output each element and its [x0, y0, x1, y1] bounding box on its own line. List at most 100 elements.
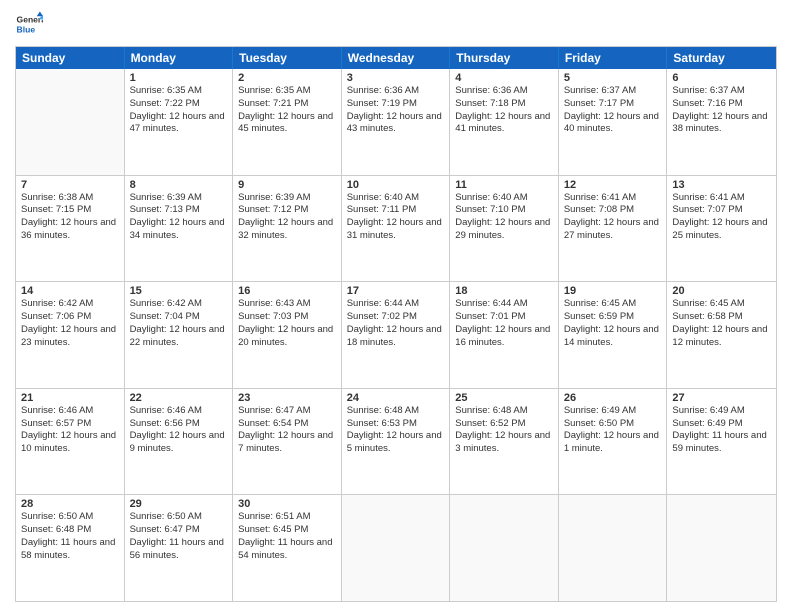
empty-cell: [450, 495, 559, 601]
day-number: 23: [238, 392, 336, 404]
cell-info: Sunrise: 6:43 AM Sunset: 7:03 PM Dayligh…: [238, 298, 336, 349]
cell-info: Sunrise: 6:46 AM Sunset: 6:57 PM Dayligh…: [21, 405, 119, 456]
cell-info: Sunrise: 6:37 AM Sunset: 7:16 PM Dayligh…: [672, 85, 771, 136]
day-cell-30: 30Sunrise: 6:51 AM Sunset: 6:45 PM Dayli…: [233, 495, 342, 601]
header-day-thursday: Thursday: [450, 47, 559, 69]
header-day-sunday: Sunday: [16, 47, 125, 69]
day-cell-2: 2Sunrise: 6:35 AM Sunset: 7:21 PM Daylig…: [233, 69, 342, 175]
day-cell-8: 8Sunrise: 6:39 AM Sunset: 7:13 PM Daylig…: [125, 176, 234, 282]
day-number: 17: [347, 285, 445, 297]
day-cell-1: 1Sunrise: 6:35 AM Sunset: 7:22 PM Daylig…: [125, 69, 234, 175]
day-number: 13: [672, 179, 771, 191]
day-number: 30: [238, 498, 336, 510]
day-number: 5: [564, 72, 662, 84]
day-cell-13: 13Sunrise: 6:41 AM Sunset: 7:07 PM Dayli…: [667, 176, 776, 282]
cell-info: Sunrise: 6:48 AM Sunset: 6:52 PM Dayligh…: [455, 405, 553, 456]
cell-info: Sunrise: 6:39 AM Sunset: 7:13 PM Dayligh…: [130, 192, 228, 243]
day-number: 22: [130, 392, 228, 404]
day-cell-17: 17Sunrise: 6:44 AM Sunset: 7:02 PM Dayli…: [342, 282, 451, 388]
day-cell-5: 5Sunrise: 6:37 AM Sunset: 7:17 PM Daylig…: [559, 69, 668, 175]
day-number: 4: [455, 72, 553, 84]
cell-info: Sunrise: 6:46 AM Sunset: 6:56 PM Dayligh…: [130, 405, 228, 456]
header-day-wednesday: Wednesday: [342, 47, 451, 69]
day-cell-26: 26Sunrise: 6:49 AM Sunset: 6:50 PM Dayli…: [559, 389, 668, 495]
calendar-body: 1Sunrise: 6:35 AM Sunset: 7:22 PM Daylig…: [16, 69, 776, 601]
svg-text:Blue: Blue: [17, 25, 36, 35]
day-number: 8: [130, 179, 228, 191]
day-number: 19: [564, 285, 662, 297]
cell-info: Sunrise: 6:37 AM Sunset: 7:17 PM Dayligh…: [564, 85, 662, 136]
day-cell-10: 10Sunrise: 6:40 AM Sunset: 7:11 PM Dayli…: [342, 176, 451, 282]
cell-info: Sunrise: 6:40 AM Sunset: 7:11 PM Dayligh…: [347, 192, 445, 243]
day-cell-21: 21Sunrise: 6:46 AM Sunset: 6:57 PM Dayli…: [16, 389, 125, 495]
day-number: 29: [130, 498, 228, 510]
day-cell-18: 18Sunrise: 6:44 AM Sunset: 7:01 PM Dayli…: [450, 282, 559, 388]
cell-info: Sunrise: 6:50 AM Sunset: 6:48 PM Dayligh…: [21, 511, 119, 562]
cell-info: Sunrise: 6:41 AM Sunset: 7:08 PM Dayligh…: [564, 192, 662, 243]
header-day-monday: Monday: [125, 47, 234, 69]
calendar: SundayMondayTuesdayWednesdayThursdayFrid…: [15, 46, 777, 602]
cell-info: Sunrise: 6:51 AM Sunset: 6:45 PM Dayligh…: [238, 511, 336, 562]
day-number: 16: [238, 285, 336, 297]
day-cell-7: 7Sunrise: 6:38 AM Sunset: 7:15 PM Daylig…: [16, 176, 125, 282]
day-cell-28: 28Sunrise: 6:50 AM Sunset: 6:48 PM Dayli…: [16, 495, 125, 601]
day-cell-11: 11Sunrise: 6:40 AM Sunset: 7:10 PM Dayli…: [450, 176, 559, 282]
day-cell-3: 3Sunrise: 6:36 AM Sunset: 7:19 PM Daylig…: [342, 69, 451, 175]
cell-info: Sunrise: 6:45 AM Sunset: 6:59 PM Dayligh…: [564, 298, 662, 349]
day-number: 7: [21, 179, 119, 191]
day-number: 11: [455, 179, 553, 191]
cell-info: Sunrise: 6:41 AM Sunset: 7:07 PM Dayligh…: [672, 192, 771, 243]
day-number: 27: [672, 392, 771, 404]
day-cell-19: 19Sunrise: 6:45 AM Sunset: 6:59 PM Dayli…: [559, 282, 668, 388]
empty-cell: [16, 69, 125, 175]
calendar-row-3: 14Sunrise: 6:42 AM Sunset: 7:06 PM Dayli…: [16, 282, 776, 389]
cell-info: Sunrise: 6:47 AM Sunset: 6:54 PM Dayligh…: [238, 405, 336, 456]
day-cell-23: 23Sunrise: 6:47 AM Sunset: 6:54 PM Dayli…: [233, 389, 342, 495]
day-number: 21: [21, 392, 119, 404]
empty-cell: [667, 495, 776, 601]
cell-info: Sunrise: 6:40 AM Sunset: 7:10 PM Dayligh…: [455, 192, 553, 243]
day-cell-14: 14Sunrise: 6:42 AM Sunset: 7:06 PM Dayli…: [16, 282, 125, 388]
day-cell-22: 22Sunrise: 6:46 AM Sunset: 6:56 PM Dayli…: [125, 389, 234, 495]
day-number: 20: [672, 285, 771, 297]
day-cell-24: 24Sunrise: 6:48 AM Sunset: 6:53 PM Dayli…: [342, 389, 451, 495]
day-cell-4: 4Sunrise: 6:36 AM Sunset: 7:18 PM Daylig…: [450, 69, 559, 175]
empty-cell: [342, 495, 451, 601]
day-number: 3: [347, 72, 445, 84]
cell-info: Sunrise: 6:42 AM Sunset: 7:04 PM Dayligh…: [130, 298, 228, 349]
cell-info: Sunrise: 6:49 AM Sunset: 6:50 PM Dayligh…: [564, 405, 662, 456]
day-number: 15: [130, 285, 228, 297]
day-number: 28: [21, 498, 119, 510]
cell-info: Sunrise: 6:45 AM Sunset: 6:58 PM Dayligh…: [672, 298, 771, 349]
day-number: 25: [455, 392, 553, 404]
cell-info: Sunrise: 6:39 AM Sunset: 7:12 PM Dayligh…: [238, 192, 336, 243]
calendar-row-2: 7Sunrise: 6:38 AM Sunset: 7:15 PM Daylig…: [16, 176, 776, 283]
day-number: 1: [130, 72, 228, 84]
cell-info: Sunrise: 6:36 AM Sunset: 7:18 PM Dayligh…: [455, 85, 553, 136]
cell-info: Sunrise: 6:49 AM Sunset: 6:49 PM Dayligh…: [672, 405, 771, 456]
day-cell-9: 9Sunrise: 6:39 AM Sunset: 7:12 PM Daylig…: [233, 176, 342, 282]
cell-info: Sunrise: 6:48 AM Sunset: 6:53 PM Dayligh…: [347, 405, 445, 456]
day-cell-12: 12Sunrise: 6:41 AM Sunset: 7:08 PM Dayli…: [559, 176, 668, 282]
cell-info: Sunrise: 6:35 AM Sunset: 7:22 PM Dayligh…: [130, 85, 228, 136]
day-number: 12: [564, 179, 662, 191]
page-header: General Blue: [15, 10, 777, 38]
logo-icon: General Blue: [15, 10, 43, 38]
day-cell-20: 20Sunrise: 6:45 AM Sunset: 6:58 PM Dayli…: [667, 282, 776, 388]
day-cell-25: 25Sunrise: 6:48 AM Sunset: 6:52 PM Dayli…: [450, 389, 559, 495]
day-cell-15: 15Sunrise: 6:42 AM Sunset: 7:04 PM Dayli…: [125, 282, 234, 388]
calendar-header-row: SundayMondayTuesdayWednesdayThursdayFrid…: [16, 47, 776, 69]
cell-info: Sunrise: 6:50 AM Sunset: 6:47 PM Dayligh…: [130, 511, 228, 562]
cell-info: Sunrise: 6:44 AM Sunset: 7:02 PM Dayligh…: [347, 298, 445, 349]
day-number: 9: [238, 179, 336, 191]
day-number: 24: [347, 392, 445, 404]
day-number: 10: [347, 179, 445, 191]
day-cell-29: 29Sunrise: 6:50 AM Sunset: 6:47 PM Dayli…: [125, 495, 234, 601]
empty-cell: [559, 495, 668, 601]
day-number: 2: [238, 72, 336, 84]
cell-info: Sunrise: 6:38 AM Sunset: 7:15 PM Dayligh…: [21, 192, 119, 243]
calendar-row-1: 1Sunrise: 6:35 AM Sunset: 7:22 PM Daylig…: [16, 69, 776, 176]
header-day-saturday: Saturday: [667, 47, 776, 69]
day-number: 6: [672, 72, 771, 84]
calendar-container: General Blue SundayMondayTuesdayWednesda…: [0, 0, 792, 612]
